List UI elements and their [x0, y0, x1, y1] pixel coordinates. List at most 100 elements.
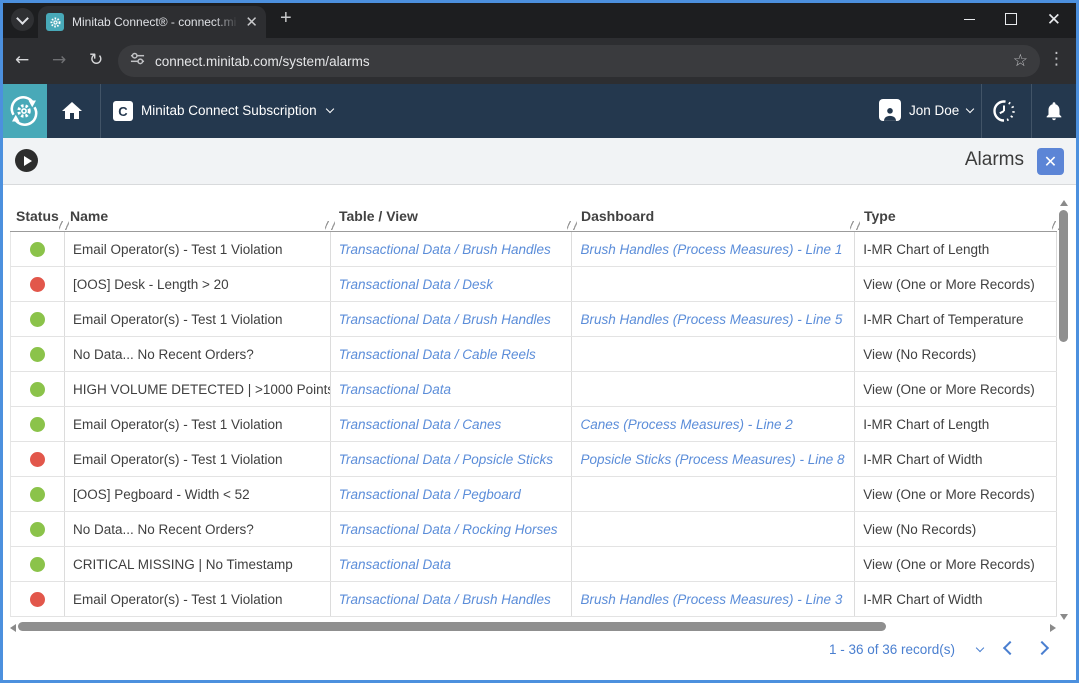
play-icon [24, 156, 32, 166]
column-header-type[interactable]: Type [855, 185, 1057, 231]
status-dot [30, 522, 45, 537]
minitab-connect-logo[interactable] [0, 84, 47, 138]
window-controls: ✕ [964, 0, 1073, 38]
user-name: Jon Doe [909, 103, 959, 118]
table-view-link[interactable]: Transactional Data / Pegboard [331, 477, 573, 511]
tab-close-icon[interactable]: ✕ [245, 15, 258, 30]
vertical-scrollbar-thumb[interactable] [1059, 210, 1068, 342]
divider [100, 84, 101, 138]
window-minimize-button[interactable] [964, 19, 975, 20]
browser-tab[interactable]: Minitab Connect® - connect.mi ✕ [38, 6, 266, 38]
back-button[interactable]: ← [15, 50, 29, 70]
panel-close-button[interactable]: ✕ [1037, 148, 1064, 175]
tab-title: Minitab Connect® - connect.mi [72, 15, 239, 29]
type-cell: I-MR Chart of Width [855, 442, 1057, 476]
status-dot [30, 277, 45, 292]
dashboard-link[interactable] [572, 267, 855, 301]
vertical-scrollbar[interactable] [1057, 198, 1070, 622]
window-close-button[interactable]: ✕ [1047, 11, 1061, 28]
url-bar[interactable]: connect.minitab.com/system/alarms ☆ [118, 45, 1040, 77]
chevron-down-icon [16, 12, 29, 25]
user-avatar-icon [879, 99, 901, 121]
url-text[interactable]: connect.minitab.com/system/alarms [155, 54, 1013, 69]
workspace-selector[interactable]: Minitab Connect Subscription [141, 103, 333, 118]
table-row[interactable]: CRITICAL MISSING | No Timestamp Transact… [10, 547, 1057, 582]
name-cell: CRITICAL MISSING | No Timestamp [65, 547, 331, 581]
status-dot [30, 487, 45, 502]
dashboard-link[interactable]: Brush Handles (Process Measures) - Line … [572, 302, 855, 336]
previous-page-button[interactable] [1005, 640, 1015, 658]
status-dot [30, 592, 45, 607]
scroll-up-arrow[interactable] [1060, 200, 1068, 206]
dashboard-link[interactable]: Brush Handles (Process Measures) - Line … [572, 582, 855, 616]
divider [981, 84, 982, 138]
dashboard-link[interactable] [572, 337, 855, 371]
table-view-link[interactable]: Transactional Data / Brush Handles [331, 302, 573, 336]
name-cell: Email Operator(s) - Test 1 Violation [65, 232, 331, 266]
column-header-dashboard[interactable]: Dashboard [572, 185, 855, 231]
home-icon[interactable] [60, 99, 84, 128]
table-row[interactable]: Email Operator(s) - Test 1 Violation Tra… [10, 407, 1057, 442]
status-cell [11, 442, 65, 476]
site-settings-icon[interactable] [130, 51, 145, 71]
horizontal-scrollbar-thumb[interactable] [18, 622, 886, 631]
tab-search-button[interactable] [11, 8, 34, 31]
dashboard-link[interactable]: Canes (Process Measures) - Line 2 [572, 407, 855, 441]
page-size-dropdown-icon[interactable] [976, 643, 984, 651]
table-view-link[interactable]: Transactional Data / Brush Handles [331, 232, 573, 266]
dashboard-link[interactable]: Brush Handles (Process Measures) - Line … [572, 232, 855, 266]
bookmark-star-icon[interactable]: ☆ [1013, 51, 1028, 71]
reload-button[interactable]: ↻ [89, 50, 103, 70]
dashboard-link[interactable] [572, 547, 855, 581]
run-play-button[interactable] [15, 149, 38, 172]
chevron-right-icon [1035, 641, 1049, 655]
table-view-link[interactable]: Transactional Data [331, 372, 573, 406]
type-cell: I-MR Chart of Width [855, 582, 1057, 616]
table-view-link[interactable]: Transactional Data / Brush Handles [331, 582, 573, 616]
status-dot [30, 347, 45, 362]
table-row[interactable]: Email Operator(s) - Test 1 Violation Tra… [10, 232, 1057, 267]
table-view-link[interactable]: Transactional Data / Canes [331, 407, 573, 441]
alarms-table: Status Name Table / View Dashboard Type … [10, 185, 1057, 617]
dashboard-link[interactable]: Popsicle Sticks (Process Measures) - Lin… [572, 442, 855, 476]
table-row[interactable]: No Data... No Recent Orders? Transaction… [10, 512, 1057, 547]
table-view-link[interactable]: Transactional Data [331, 547, 573, 581]
scroll-right-arrow[interactable] [1050, 624, 1056, 632]
pagination: 1 - 36 of 36 record(s) [829, 640, 1047, 658]
status-cell [11, 337, 65, 371]
dashboard-link[interactable] [572, 477, 855, 511]
browser-menu-icon[interactable]: ⋮ [1048, 49, 1065, 69]
chevron-left-icon [1003, 641, 1017, 655]
new-tab-button[interactable]: + [280, 8, 292, 28]
table-row[interactable]: [OOS] Desk - Length > 20 Transactional D… [10, 267, 1057, 302]
column-header-name[interactable]: Name [64, 185, 330, 231]
table-row[interactable]: Email Operator(s) - Test 1 Violation Tra… [10, 442, 1057, 477]
table-view-link[interactable]: Transactional Data / Popsicle Sticks [331, 442, 573, 476]
app-header: C Minitab Connect Subscription Jon Doe [0, 84, 1079, 138]
table-view-link[interactable]: Transactional Data / Desk [331, 267, 573, 301]
scroll-down-arrow[interactable] [1060, 614, 1068, 620]
horizontal-scrollbar[interactable] [10, 620, 1056, 634]
table-row[interactable]: HIGH VOLUME DETECTED | >1000 Points Tran… [10, 372, 1057, 407]
workspace-name: Minitab Connect Subscription [141, 103, 317, 118]
history-clock-icon[interactable] [992, 99, 1016, 128]
dashboard-link[interactable] [572, 372, 855, 406]
user-menu[interactable]: Jon Doe [879, 99, 973, 121]
dashboard-link[interactable] [572, 512, 855, 546]
column-header-status[interactable]: Status [10, 185, 64, 231]
chevron-down-icon [325, 105, 333, 113]
window-maximize-button[interactable] [1005, 13, 1017, 25]
workspace-badge[interactable]: C [113, 101, 133, 121]
table-row[interactable]: [OOS] Pegboard - Width < 52 Transactiona… [10, 477, 1057, 512]
table-view-link[interactable]: Transactional Data / Rocking Horses [331, 512, 573, 546]
column-header-table-view[interactable]: Table / View [330, 185, 572, 231]
next-page-button[interactable] [1037, 640, 1047, 658]
table-view-link[interactable]: Transactional Data / Cable Reels [331, 337, 573, 371]
notifications-bell-icon[interactable] [1043, 99, 1065, 128]
table-row[interactable]: Email Operator(s) - Test 1 Violation Tra… [10, 302, 1057, 337]
scroll-left-arrow[interactable] [10, 624, 16, 632]
table-row[interactable]: No Data... No Recent Orders? Transaction… [10, 337, 1057, 372]
status-dot [30, 242, 45, 257]
table-row[interactable]: Email Operator(s) - Test 1 Violation Tra… [10, 582, 1057, 617]
type-cell: View (No Records) [855, 512, 1057, 546]
